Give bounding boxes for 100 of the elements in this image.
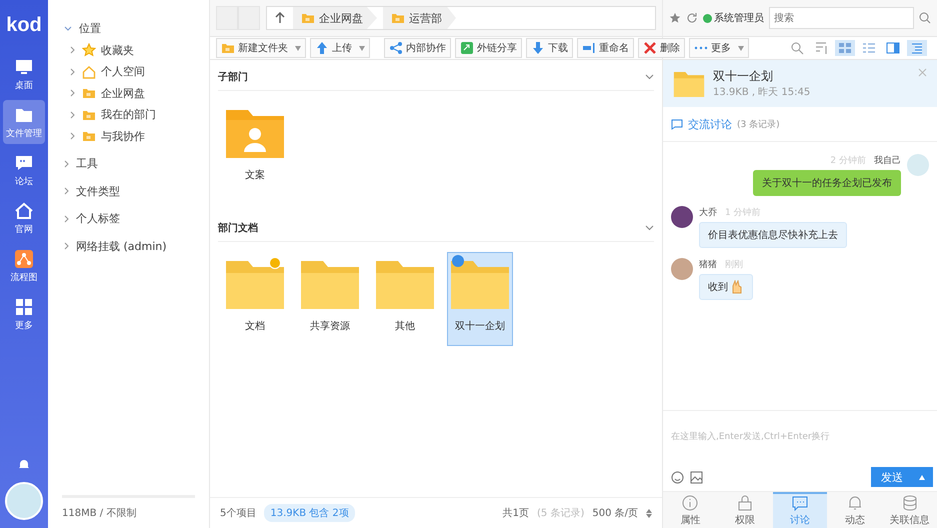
folder-icon [391, 11, 405, 25]
toolbar-button[interactable]: 下载 [526, 38, 573, 58]
bell-icon[interactable] [19, 459, 29, 470]
toolbar-button[interactable]: 新建文件夹 [216, 38, 306, 58]
toolbar-button[interactable]: 内部协作 [384, 38, 451, 58]
address-bar[interactable]: 企业网盘 运营部 [266, 6, 656, 30]
grid-icon [14, 296, 34, 316]
tab[interactable]: 属性 [663, 492, 718, 528]
file-meta: 13.9KB , 昨天 15:45 [713, 86, 810, 99]
star-icon [82, 43, 96, 58]
house-icon [82, 64, 96, 79]
flowchart-icon [14, 248, 34, 268]
message-bubble: 价目表优惠信息尽快补充上去 [699, 222, 847, 248]
user-name[interactable]: 系统管理员 [714, 11, 764, 25]
tree-item[interactable]: 收藏夹 [48, 40, 209, 61]
nav-item[interactable]: 官网 [3, 196, 45, 240]
toolbar-button[interactable]: 上传 [310, 38, 370, 58]
page-size-select[interactable]: 500 条/页 [592, 506, 638, 520]
tree-item[interactable]: 工具 [48, 153, 209, 174]
nav-item[interactable]: 更多 [3, 292, 45, 336]
nav-item[interactable]: 论坛 [3, 148, 45, 192]
folder-item[interactable]: 文案 [222, 101, 288, 195]
search-icon[interactable] [919, 12, 931, 24]
section-title: 部门文档 [218, 221, 258, 235]
view-button[interactable] [907, 40, 927, 56]
image-icon[interactable] [690, 470, 703, 484]
toolbar-button[interactable]: 重命名 [577, 38, 634, 58]
grid-icon [838, 41, 852, 55]
chevron-icon[interactable] [645, 74, 654, 80]
breadcrumb[interactable]: 运营部 [383, 7, 456, 29]
star-icon[interactable] [669, 12, 681, 24]
avatar[interactable] [5, 482, 43, 520]
folder-icon [301, 259, 359, 309]
smiley-icon[interactable] [671, 470, 684, 484]
author-name: 我自己 [874, 154, 901, 167]
close-icon[interactable] [918, 68, 927, 77]
chevron-right-icon[interactable] [70, 68, 75, 76]
home-icon [14, 200, 34, 220]
caret-icon[interactable] [738, 46, 744, 50]
storage-usage: 118MB / 不限制 [62, 506, 138, 520]
chevron-right-icon[interactable] [70, 46, 75, 54]
zoom-icon [790, 41, 804, 55]
toolbar-button[interactable]: 删除 [638, 38, 685, 58]
folder-icon [82, 86, 96, 100]
chevron-right-icon[interactable] [70, 89, 75, 98]
toolbar-button[interactable]: 外链分享 [455, 38, 522, 58]
tree-item[interactable]: 个人空间 [48, 61, 209, 82]
tree-item[interactable]: 文件类型 [48, 180, 209, 202]
nav-item[interactable]: 流程图 [3, 244, 45, 288]
tab[interactable]: 权限 [718, 492, 773, 528]
refresh-icon[interactable] [686, 12, 698, 24]
chat-icon [792, 495, 808, 511]
chevron-right-icon[interactable] [64, 187, 69, 196]
lock-icon [737, 495, 754, 511]
search-field[interactable]: 搜索 [769, 7, 914, 29]
sort-arrows-icon[interactable] [646, 508, 652, 518]
tree-item[interactable]: 个人标签 [48, 208, 209, 230]
breadcrumb[interactable]: 企业网盘 [293, 7, 377, 29]
message-bubble: 收到 [699, 274, 753, 300]
info-icon [682, 495, 698, 511]
toolbar-button[interactable]: 更多 [689, 38, 749, 58]
chevron-icon[interactable] [645, 225, 654, 231]
tree-item[interactable]: 企业网盘 [48, 82, 209, 104]
view-button[interactable] [835, 40, 855, 56]
folder-item[interactable]: 文档 [222, 252, 288, 346]
caret-icon[interactable] [359, 46, 365, 50]
folder-item[interactable]: 其他 [372, 252, 438, 346]
rename-icon [582, 41, 596, 55]
logo: kod [6, 12, 42, 38]
tree-item[interactable]: 网络挂载 (admin) [48, 236, 209, 257]
folder-icon [673, 70, 705, 96]
folder-item[interactable]: 共享资源 [297, 252, 363, 346]
sort-icon [814, 41, 828, 55]
folder-icon [451, 259, 509, 309]
lines-icon [910, 41, 924, 55]
chevron-right-icon[interactable] [64, 160, 69, 168]
record-count: (5 条记录) [537, 507, 584, 520]
caret-up-icon[interactable] [919, 474, 925, 480]
chevron-right-icon[interactable] [64, 214, 69, 223]
tree-item[interactable]: 与我协作 [48, 126, 209, 147]
tree-item[interactable]: 我在的部门 [48, 104, 209, 126]
avatar [671, 206, 693, 228]
folder-item[interactable]: 双十一企划 [447, 252, 513, 346]
avatar [671, 258, 693, 280]
folder-icon [226, 259, 284, 309]
nav-item[interactable]: 桌面 [3, 52, 45, 96]
tree-item[interactable]: 位置 [48, 18, 209, 40]
tab[interactable]: 关联信息 [882, 492, 937, 528]
caret-icon[interactable] [295, 46, 301, 50]
down-icon [531, 41, 545, 55]
avatar [907, 154, 929, 176]
chevron-down-icon[interactable] [64, 26, 72, 32]
folder-icon [376, 259, 434, 309]
tab[interactable]: 动态 [827, 492, 882, 528]
chevron-right-icon[interactable] [64, 242, 69, 250]
chevron-right-icon[interactable] [70, 110, 75, 119]
author-name: 猪猪 [699, 258, 717, 271]
page-count: 共1页 [502, 506, 530, 520]
database-icon [902, 495, 918, 511]
chevron-right-icon[interactable] [70, 132, 75, 140]
